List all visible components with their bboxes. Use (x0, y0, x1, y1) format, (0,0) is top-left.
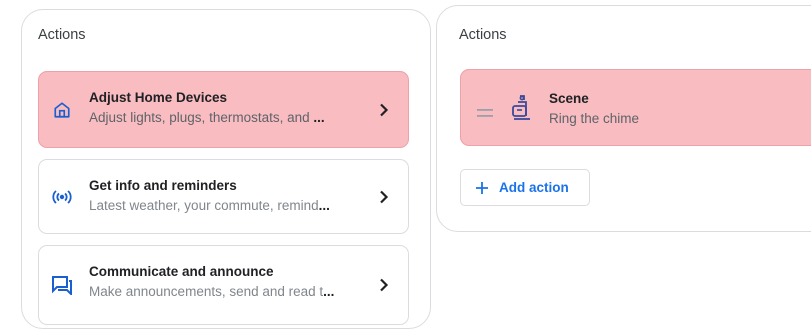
card-description: Latest weather, your commute, remind... (89, 198, 330, 213)
card-title: Communicate and announce (89, 264, 274, 279)
home-icon (51, 99, 73, 121)
panel-title: Actions (459, 27, 507, 43)
scene-icon (511, 94, 533, 120)
scene-description: Ring the chime (549, 111, 640, 126)
chevron-right-icon (378, 190, 390, 204)
scene-title: Scene (549, 91, 589, 106)
card-title: Get info and reminders (89, 178, 237, 193)
panel-title: Actions (38, 27, 86, 43)
left-actions-panel: Actions Adjust Home Devices Adjust light… (21, 9, 431, 329)
action-card-get-info-and-reminders[interactable]: Get info and reminders Latest weather, y… (38, 159, 409, 234)
right-actions-panel: Actions Scene Ring the chime Add action (436, 5, 811, 232)
add-action-label: Add action (499, 180, 569, 195)
message-icon (51, 274, 73, 296)
chevron-right-icon (378, 278, 390, 292)
scene-action-card[interactable]: Scene Ring the chime (460, 69, 811, 146)
card-title: Adjust Home Devices (89, 90, 228, 105)
add-action-button[interactable]: Add action (460, 169, 590, 206)
chevron-right-icon (378, 103, 390, 117)
action-card-adjust-home-devices[interactable]: Adjust Home Devices Adjust lights, plugs… (38, 71, 409, 148)
action-card-communicate-and-announce[interactable]: Communicate and announce Make announceme… (38, 245, 409, 325)
drag-handle-icon[interactable] (477, 104, 493, 117)
plus-icon (475, 181, 489, 195)
broadcast-icon (51, 186, 73, 208)
card-description: Make announcements, send and read t... (89, 284, 335, 299)
card-description: Adjust lights, plugs, thermostats, and .… (89, 110, 325, 125)
